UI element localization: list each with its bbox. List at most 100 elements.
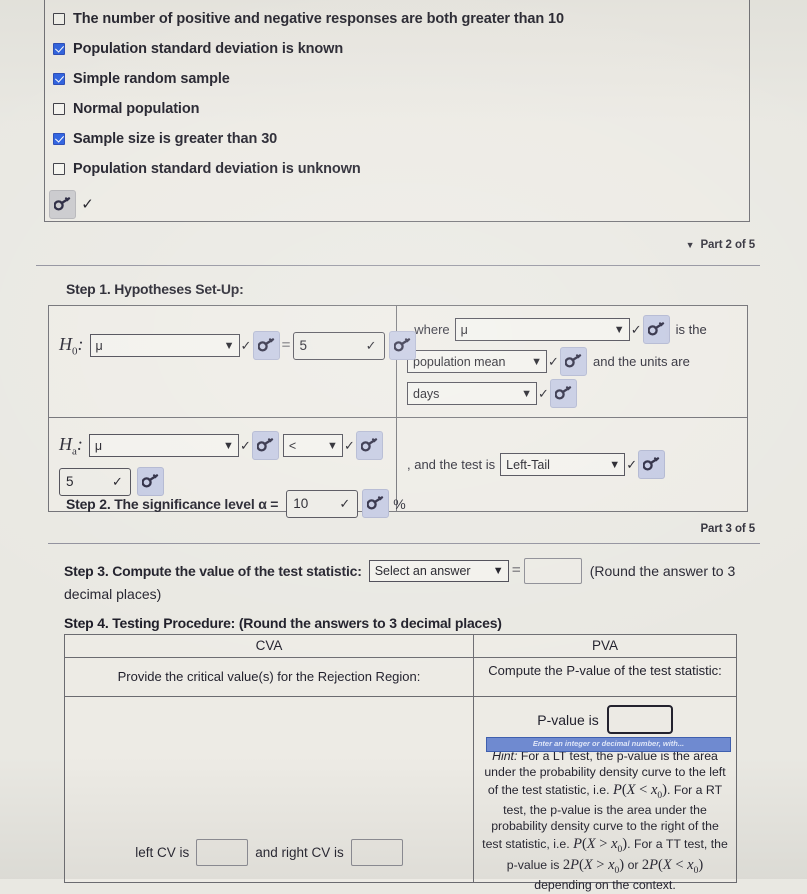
parameter-meaning-select[interactable]: population mean ▼ — [407, 350, 547, 373]
chevron-down-icon: ▼ — [223, 439, 234, 452]
key-icon — [647, 322, 664, 336]
h0-value: 5 — [299, 338, 308, 353]
assumptions-panel: The number of positive and negative resp… — [44, 0, 750, 222]
key-icon — [643, 457, 660, 471]
assumption-row[interactable]: Population standard deviation is unknown — [53, 154, 749, 184]
left-cv-input[interactable] — [196, 839, 249, 867]
check-icon: ✓ — [343, 438, 355, 453]
pva-header: PVA — [591, 638, 618, 653]
part-label: Part 3 of 5 — [700, 523, 755, 535]
assumption-label: The number of positive and negative resp… — [73, 11, 564, 27]
cva-instruction: Provide the critical value(s) for the Re… — [65, 658, 474, 697]
pvalue-hint: Hint: For a LT test, the p-value is the … — [474, 748, 736, 893]
check-icon: ✓ — [339, 496, 351, 511]
step3-label: Step 3. Compute the value of the test st… — [64, 563, 362, 579]
assumption-row[interactable]: Simple random sample — [53, 64, 749, 94]
hint-math-2: P(X > x0) — [573, 835, 628, 855]
divider — [48, 543, 760, 544]
key-icon-button[interactable] — [355, 431, 383, 460]
units-value: days — [413, 386, 440, 401]
left-cv-label: left CV is — [135, 845, 190, 861]
hint-text-4: depending on the context. — [534, 878, 676, 893]
test-statistic-select-value: Select an answer — [374, 564, 471, 578]
where-parameter-select[interactable]: μ ▼ — [454, 318, 630, 341]
pva-body-cell: P-value is Enter an integer or decimal n… — [474, 697, 736, 892]
step2-row: Step 2. The significance level α = 10 ✓ … — [66, 489, 406, 518]
checkbox-checked-icon[interactable] — [53, 43, 65, 55]
check-icon: ✓ — [365, 338, 377, 353]
h0-parameter-select[interactable]: μ ▼ — [89, 334, 240, 357]
right-cv-label: and right CV is — [255, 845, 344, 861]
key-icon — [393, 338, 410, 352]
step3-row: Step 3. Compute the value of the test st… — [64, 558, 735, 584]
hint-or: or — [627, 857, 639, 872]
part-indicator-3: Part 3 of 5 — [0, 523, 807, 535]
pvalue-input[interactable] — [606, 705, 673, 735]
key-icon-button[interactable] — [550, 379, 577, 408]
check-icon: ✓ — [112, 474, 123, 489]
h0-description-cell: , where μ ▼ ✓ is the population mean ▼ ✓… — [397, 306, 747, 417]
table-row: H0: μ ▼ ✓ = 5 ✓ , where μ ▼ ✓ is the pop… — [49, 306, 747, 418]
key-icon-button[interactable] — [560, 347, 587, 376]
chevron-down-icon: ▼ — [613, 323, 625, 336]
key-icon-button[interactable] — [362, 489, 390, 518]
test-statistic-select[interactable]: Select an answer ▼ — [368, 560, 509, 582]
checkbox-unchecked-icon[interactable] — [53, 13, 65, 25]
chevron-down-icon: ▼ — [223, 339, 235, 352]
test-type-select[interactable]: Left-Tail ▼ — [500, 453, 626, 476]
equals-sign: = — [511, 562, 521, 579]
ha-symbol: Ha: — [59, 433, 83, 458]
assumption-label: Normal population — [73, 101, 200, 117]
assumption-row[interactable]: Normal population — [53, 94, 749, 124]
key-icon — [360, 438, 378, 452]
assumption-label: Population standard deviation is known — [73, 41, 344, 57]
ha-parameter-value: μ — [94, 438, 103, 453]
ha-parameter-select[interactable]: μ ▼ — [88, 434, 239, 457]
hint-math-1: P(X < x0) — [612, 781, 667, 801]
units-text: and the units are — [593, 354, 690, 369]
ha-relation-value: < — [288, 438, 297, 453]
testing-procedure-table: CVA PVA Provide the critical value(s) fo… — [64, 634, 737, 892]
check-icon: ✓ — [548, 354, 559, 369]
key-icon-button[interactable] — [251, 431, 279, 460]
h0-cell: H0: μ ▼ ✓ = 5 ✓ — [49, 306, 416, 417]
h0-symbol: H0: — [59, 333, 84, 358]
key-icon — [565, 354, 582, 368]
hint-math-4: 2P(X < x0) — [641, 856, 704, 876]
key-icon — [256, 438, 274, 452]
units-select[interactable]: days ▼ — [407, 382, 537, 405]
assumption-row[interactable]: The number of positive and negative resp… — [53, 4, 749, 34]
test-statistic-input[interactable] — [523, 558, 582, 584]
step4-title: Step 4. Testing Procedure: (Round the an… — [64, 615, 502, 631]
right-cv-input[interactable] — [350, 839, 403, 867]
check-icon: ✓ — [630, 322, 642, 337]
h0-relation: = — [281, 336, 291, 354]
is-the-text: is the — [675, 322, 707, 337]
chevron-down-icon[interactable]: ▼ — [686, 240, 695, 250]
checkbox-checked-icon[interactable] — [53, 73, 65, 85]
chevron-down-icon: ▼ — [531, 355, 542, 368]
checkbox-checked-icon[interactable] — [53, 133, 65, 145]
ha-relation-select[interactable]: < ▼ — [282, 434, 343, 457]
key-icon-button[interactable] — [49, 190, 76, 219]
key-icon — [142, 474, 159, 488]
check-icon: ✓ — [81, 196, 94, 213]
step3-note-line1: (Round the answer to 3 — [589, 563, 736, 579]
cva-body-cell: left CV is and right CV is — [65, 697, 474, 883]
assumption-row[interactable]: Sample size is greater than 30 — [53, 124, 749, 154]
key-icon-button[interactable] — [638, 450, 666, 479]
significance-level-input[interactable]: 10 ✓ — [286, 489, 359, 518]
test-type-cell: , and the test is Left-Tail ▼ ✓ — [397, 418, 747, 511]
key-icon — [54, 197, 71, 211]
key-icon-button[interactable] — [388, 331, 416, 360]
checkbox-unchecked-icon[interactable] — [53, 163, 65, 175]
hint-math-3: 2P(X > x0) — [562, 856, 625, 876]
chevron-down-icon: ▼ — [521, 387, 532, 400]
key-icon-button[interactable] — [642, 315, 670, 344]
assumption-row[interactable]: Population standard deviation is known — [53, 34, 749, 64]
cva-header: CVA — [65, 635, 474, 657]
divider — [36, 265, 760, 266]
checkbox-unchecked-icon[interactable] — [53, 103, 65, 115]
key-icon-button[interactable] — [252, 331, 280, 360]
h0-value-input[interactable]: 5 ✓ — [292, 331, 385, 360]
